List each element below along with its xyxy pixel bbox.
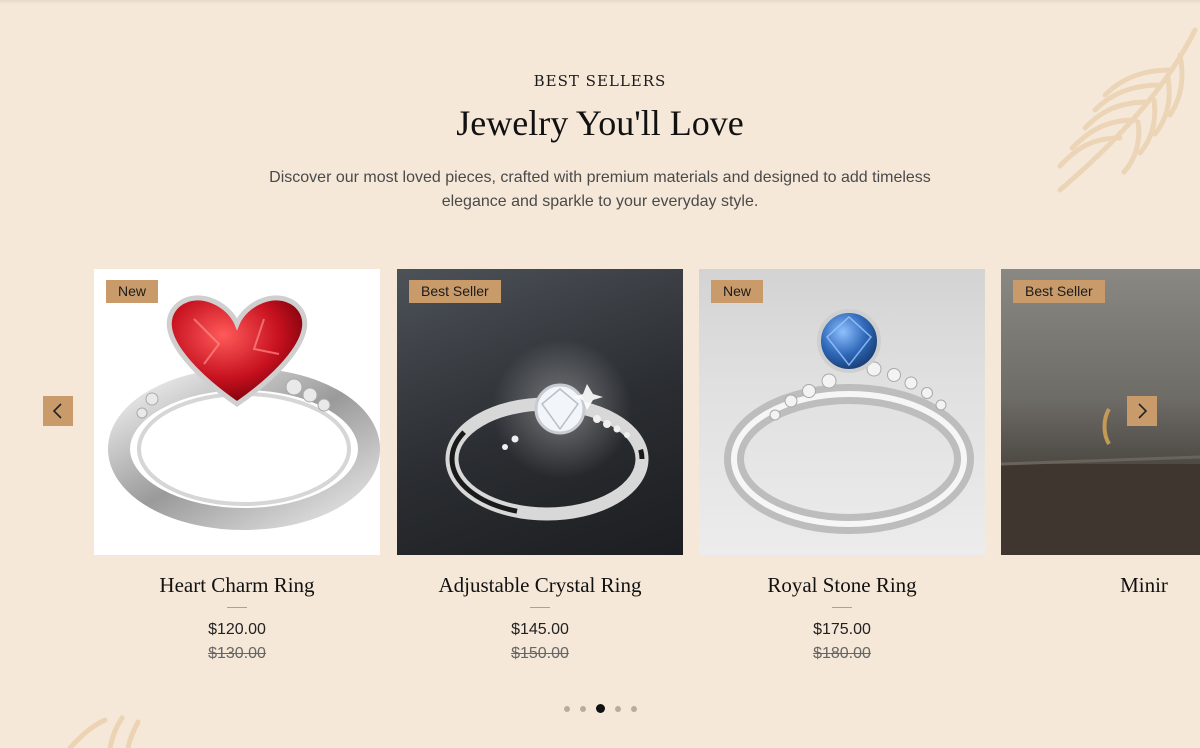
carousel-prev-button[interactable] <box>43 396 73 426</box>
product-old-price: $150.00 <box>511 645 569 662</box>
section-title: Jewelry You'll Love <box>456 103 744 143</box>
carousel-pagination <box>0 704 1200 713</box>
divider <box>832 607 852 608</box>
chevron-left-icon <box>52 403 62 419</box>
product-old-price: $180.00 <box>813 645 871 662</box>
product-price: $145.00 <box>511 621 569 638</box>
product-name[interactable]: Adjustable Crystal Ring <box>397 573 683 598</box>
product-card[interactable]: Best Seller Adjustable Crystal Ring $145… <box>397 269 683 663</box>
divider <box>530 607 550 608</box>
chevron-right-icon <box>1138 403 1148 419</box>
carousel-dot[interactable] <box>563 705 570 712</box>
product-badge: New <box>106 280 159 303</box>
product-price: $120.00 <box>208 621 266 638</box>
leaf-decoration-icon <box>67 715 141 748</box>
product-card[interactable]: Best Seller Minir <box>1001 269 1200 598</box>
ring-image <box>445 339 649 521</box>
header-shadow <box>0 0 1200 4</box>
product-image[interactable]: New <box>699 269 985 555</box>
section-description: Discover our most loved pieces, crafted … <box>269 169 931 210</box>
divider <box>227 607 247 608</box>
carousel-next-button[interactable] <box>1127 396 1157 426</box>
product-carousel: New Heart Charm Ring $120.00 $130.00 Bes… <box>0 269 1200 689</box>
product-image[interactable]: Best Seller <box>1001 269 1200 555</box>
carousel-dot[interactable] <box>630 705 637 712</box>
product-name[interactable]: Royal Stone Ring <box>699 573 985 598</box>
product-image[interactable]: Best Seller <box>397 269 683 555</box>
product-card[interactable]: New Royal Stone Ring $175.00 $180.00 <box>699 269 985 663</box>
ring-image <box>724 309 974 534</box>
product-name[interactable]: Minir <box>1001 573 1200 598</box>
product-card[interactable]: New Heart Charm Ring $120.00 $130.00 <box>94 269 380 663</box>
product-image[interactable]: New <box>94 269 380 555</box>
ring-image <box>1001 407 1200 555</box>
carousel-dot[interactable] <box>579 705 586 712</box>
section-eyebrow: BEST SELLERS <box>533 72 667 90</box>
product-name[interactable]: Heart Charm Ring <box>94 573 380 598</box>
product-price: $175.00 <box>813 621 871 638</box>
ring-image <box>108 295 380 530</box>
product-badge: New <box>711 280 764 303</box>
product-badge: Best Seller <box>1013 280 1105 303</box>
product-old-price: $130.00 <box>208 645 266 662</box>
product-badge: Best Seller <box>409 280 501 303</box>
carousel-dot[interactable] <box>614 705 621 712</box>
carousel-dot[interactable] <box>595 704 605 713</box>
